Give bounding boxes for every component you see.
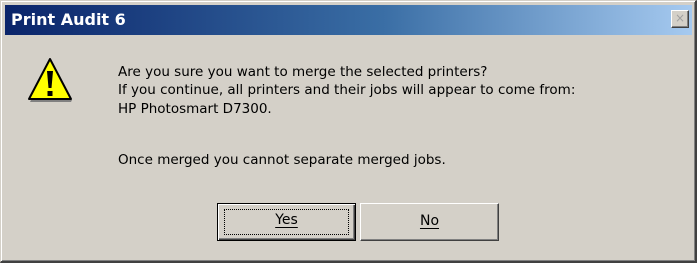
window-title: Print Audit 6 [11, 10, 126, 29]
close-button[interactable]: × [671, 10, 689, 28]
close-icon: × [674, 11, 686, 25]
message-line-1: Are you sure you want to merge the selec… [118, 64, 488, 80]
warning-icon [28, 58, 72, 102]
message-line-3: HP Photosmart D7300. [118, 101, 272, 117]
merge-printers-dialog: Print Audit 6 × Are you sure you want to… [0, 0, 697, 263]
message-line-4: Once merged you cannot separate merged j… [118, 152, 446, 168]
title-bar[interactable]: Print Audit 6 × [5, 5, 692, 35]
message-line-2: If you continue, all printers and their … [118, 82, 576, 98]
no-button-label: No [419, 213, 440, 229]
no-button[interactable]: No [360, 203, 499, 241]
yes-button-label: Yes [275, 212, 298, 228]
yes-button[interactable]: Yes [217, 203, 356, 241]
